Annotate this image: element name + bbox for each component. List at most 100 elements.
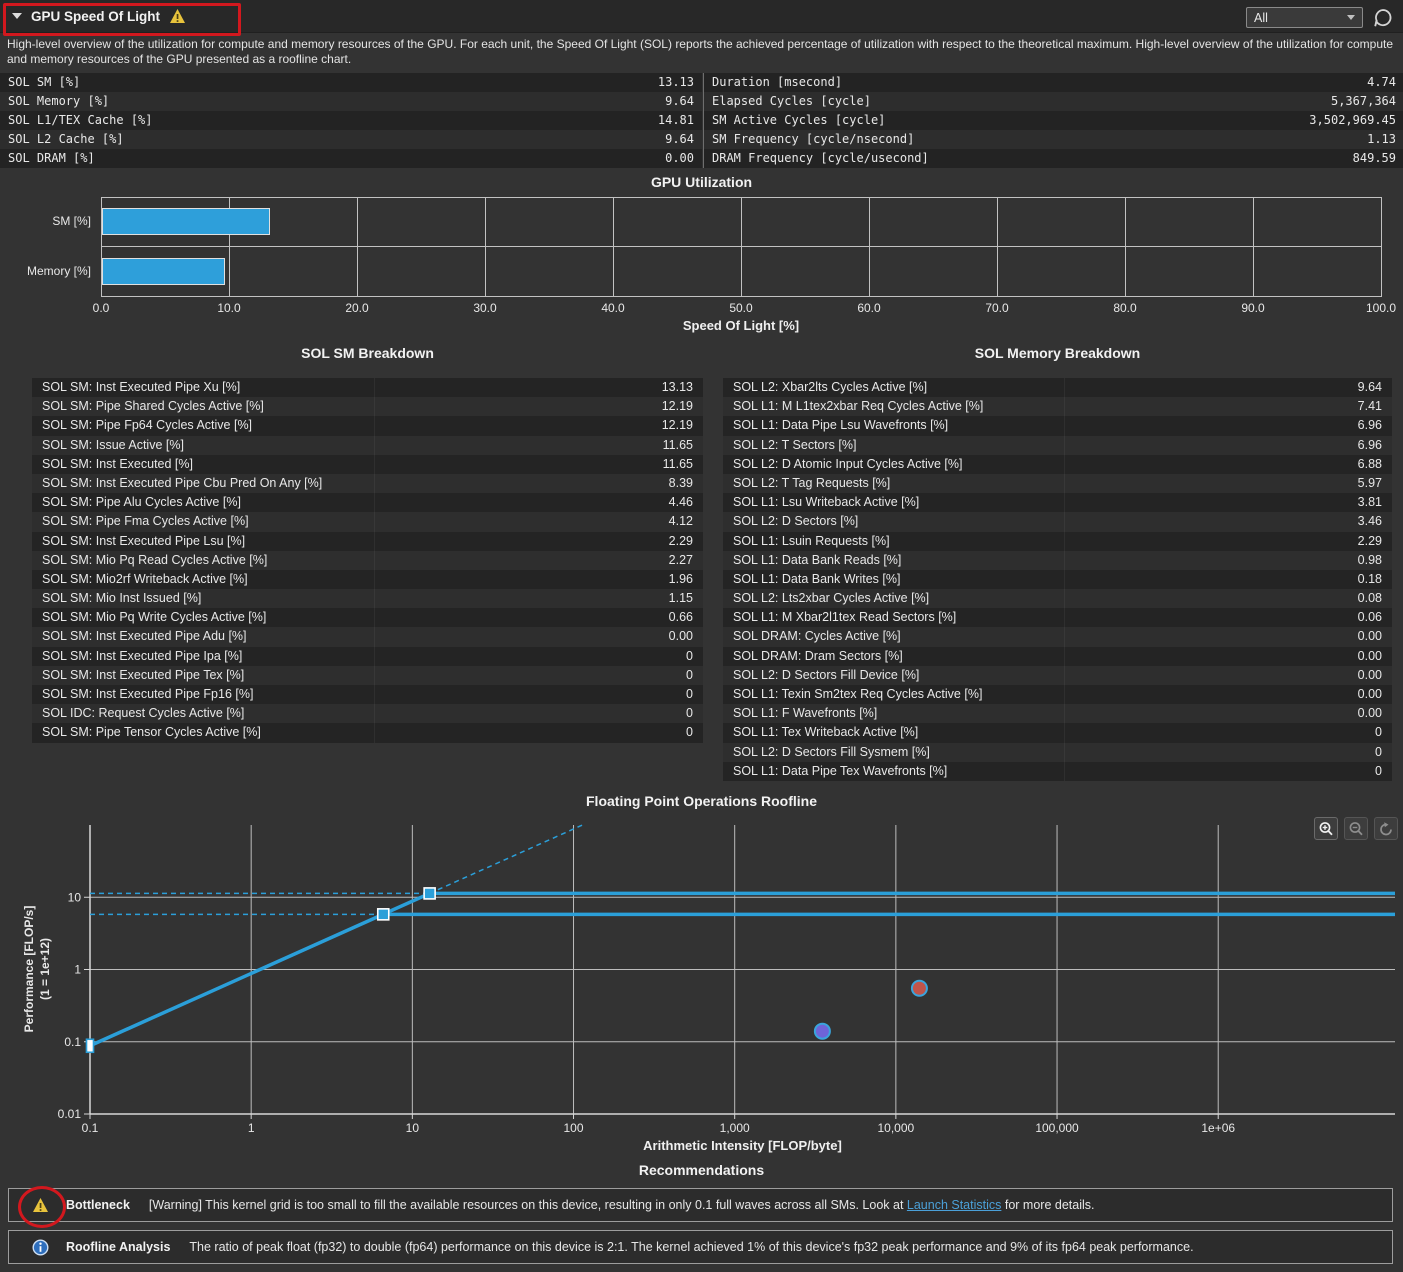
metric-value: 0.06 bbox=[1064, 608, 1382, 627]
recommendations-heading: Recommendations bbox=[0, 1162, 1403, 1178]
category-label: Memory [%] bbox=[0, 264, 96, 278]
x-tick-label: 1 bbox=[248, 1121, 255, 1135]
metric-label: SOL SM: Inst Executed Pipe Xu [%] bbox=[42, 378, 374, 397]
metric-label: SOL SM: Inst Executed [%] bbox=[42, 455, 374, 474]
metric-label: SOL SM: Pipe Tensor Cycles Active [%] bbox=[42, 723, 374, 742]
section-header: GPU Speed Of Light bbox=[0, 0, 1403, 33]
memory-line-extension bbox=[430, 825, 583, 893]
table-row: SOL L2: D Sectors [%]3.46 bbox=[723, 512, 1392, 531]
metric-label: SM Frequency [cycle/nsecond] bbox=[712, 130, 1367, 149]
table-row: SOL SM: Pipe Tensor Cycles Active [%]0 bbox=[32, 723, 703, 742]
achieved-point-orange bbox=[912, 981, 927, 996]
table-row: SOL L1: Tex Writeback Active [%]0 bbox=[723, 723, 1392, 742]
table-row: SOL DRAM [%]0.00 bbox=[0, 149, 702, 168]
x-tick-label: 0.0 bbox=[71, 301, 131, 315]
zoom-in-button[interactable] bbox=[1314, 817, 1338, 840]
table-row: SOL IDC: Request Cycles Active [%]0 bbox=[32, 704, 703, 723]
metric-value: 13.13 bbox=[374, 378, 693, 397]
metric-label: SOL L1: Texin Sm2tex Req Cycles Active [… bbox=[733, 685, 1064, 704]
metric-label: SOL L1: Data Bank Reads [%] bbox=[733, 551, 1064, 570]
metric-value: 0.00 bbox=[665, 149, 694, 168]
sol-summary-table-right: Duration [msecond]4.74Elapsed Cycles [cy… bbox=[703, 73, 1403, 168]
x-tick-label: 100 bbox=[564, 1121, 584, 1135]
metric-value: 2.27 bbox=[374, 551, 693, 570]
metric-value: 11.65 bbox=[374, 436, 693, 455]
table-row: SOL L2: Lts2xbar Cycles Active [%]0.08 bbox=[723, 589, 1392, 608]
metric-value: 0.08 bbox=[1064, 589, 1382, 608]
recommendation-title: Bottleneck bbox=[66, 1198, 130, 1212]
metric-label: SOL SM: Pipe Alu Cycles Active [%] bbox=[42, 493, 374, 512]
collapse-arrow-icon[interactable] bbox=[12, 13, 22, 19]
x-tick-label: 70.0 bbox=[967, 301, 1027, 315]
metric-label: SOL L1: M L1tex2xbar Req Cycles Active [… bbox=[733, 397, 1064, 416]
launch-statistics-link[interactable]: Launch Statistics bbox=[907, 1198, 1002, 1212]
filter-dropdown[interactable]: All bbox=[1246, 7, 1363, 28]
table-row: SOL SM: Pipe Alu Cycles Active [%]4.46 bbox=[32, 493, 703, 512]
gridline bbox=[1253, 197, 1254, 297]
metric-value: 0 bbox=[374, 685, 693, 704]
x-tick-label: 30.0 bbox=[455, 301, 515, 315]
section-description: High-level overview of the utilization f… bbox=[7, 37, 1397, 67]
metric-value: 0.00 bbox=[1064, 704, 1382, 723]
sol-summary-table-left: SOL SM [%]13.13SOL Memory [%]9.64SOL L1/… bbox=[0, 73, 702, 168]
x-tick-label: 10 bbox=[406, 1121, 420, 1135]
table-row: SOL L1: Data Bank Writes [%]0.18 bbox=[723, 570, 1392, 589]
metric-label: SOL SM: Mio Inst Issued [%] bbox=[42, 589, 374, 608]
gpu-speed-of-light-page: GPU Speed Of Light All High-level overvi… bbox=[0, 0, 1403, 1272]
memory-breakdown-title: SOL Memory Breakdown bbox=[723, 345, 1392, 361]
metric-value: 8.39 bbox=[374, 474, 693, 493]
metric-value: 0 bbox=[374, 723, 693, 742]
y-tick-label: 0.1 bbox=[64, 1035, 81, 1049]
table-row: SOL L2 Cache [%]9.64 bbox=[0, 130, 702, 149]
metric-label: SOL SM [%] bbox=[8, 73, 658, 92]
achieved-point-purple bbox=[815, 1024, 830, 1039]
metric-value: 0.18 bbox=[1064, 570, 1382, 589]
zoom-out-button[interactable] bbox=[1344, 817, 1368, 840]
x-tick-label: 80.0 bbox=[1095, 301, 1155, 315]
table-row: SOL SM: Inst Executed Pipe Lsu [%]2.29 bbox=[32, 532, 703, 551]
gridline bbox=[101, 296, 1381, 297]
sm-breakdown-title: SOL SM Breakdown bbox=[32, 345, 703, 361]
metric-value: 9.64 bbox=[665, 92, 694, 111]
table-row: SOL SM: Mio Inst Issued [%]1.15 bbox=[32, 589, 703, 608]
x-tick-label: 50.0 bbox=[711, 301, 771, 315]
metric-label: SOL L2: Lts2xbar Cycles Active [%] bbox=[733, 589, 1064, 608]
category-label: SM [%] bbox=[0, 214, 96, 228]
gridline bbox=[613, 197, 614, 297]
roofline-yaxis-label: Performance [FLOP/s] (1 = 1e+12) bbox=[21, 819, 55, 1119]
table-row: DRAM Frequency [cycle/usecond]849.59 bbox=[704, 149, 1403, 168]
metric-label: SOL L1: Tex Writeback Active [%] bbox=[733, 723, 1064, 742]
metric-value: 5.97 bbox=[1064, 474, 1382, 493]
roofline-chart[interactable]: 0.11101001,00010,000100,0001e+060.010.11… bbox=[0, 815, 1403, 1160]
metric-label: DRAM Frequency [cycle/usecond] bbox=[712, 149, 1353, 168]
table-row: SOL L2: D Sectors Fill Device [%]0.00 bbox=[723, 666, 1392, 685]
metric-label: SOL SM: Mio2rf Writeback Active [%] bbox=[42, 570, 374, 589]
table-row: Elapsed Cycles [cycle]5,367,364 bbox=[704, 92, 1403, 111]
metric-value: 0 bbox=[1064, 762, 1382, 781]
metric-label: SOL L2 Cache [%] bbox=[8, 130, 665, 149]
x-tick-label: 1e+06 bbox=[1201, 1121, 1235, 1135]
page-title[interactable]: GPU Speed Of Light bbox=[31, 9, 160, 24]
metric-value: 0 bbox=[374, 666, 693, 685]
reset-view-button[interactable] bbox=[1374, 817, 1398, 840]
gridline bbox=[997, 197, 998, 297]
gridline bbox=[485, 197, 486, 297]
metric-value: 3.46 bbox=[1064, 512, 1382, 531]
magnifier-plus-icon bbox=[1318, 821, 1334, 837]
metric-label: SOL L2: D Sectors Fill Device [%] bbox=[733, 666, 1064, 685]
metric-label: SOL SM: Pipe Fma Cycles Active [%] bbox=[42, 512, 374, 531]
warning-icon bbox=[169, 8, 186, 24]
x-tick-label: 1,000 bbox=[720, 1121, 750, 1135]
gridline bbox=[741, 197, 742, 297]
table-row: SOL SM: Pipe Fma Cycles Active [%]4.12 bbox=[32, 512, 703, 531]
recommendation-text: [Warning] This kernel grid is too small … bbox=[149, 1198, 1095, 1212]
recommendation-text: The ratio of peak float (fp32) to double… bbox=[189, 1240, 1193, 1254]
y-tick-label: 0.01 bbox=[58, 1107, 82, 1121]
comment-icon[interactable] bbox=[1372, 7, 1394, 29]
metric-value: 1.96 bbox=[374, 570, 693, 589]
metric-value: 6.96 bbox=[1064, 436, 1382, 455]
table-row: SOL SM [%]13.13 bbox=[0, 73, 702, 92]
y-tick-label: 10 bbox=[68, 890, 82, 904]
metric-label: SOL SM: Inst Executed Pipe Lsu [%] bbox=[42, 532, 374, 551]
metric-label: SOL L2: T Sectors [%] bbox=[733, 436, 1064, 455]
